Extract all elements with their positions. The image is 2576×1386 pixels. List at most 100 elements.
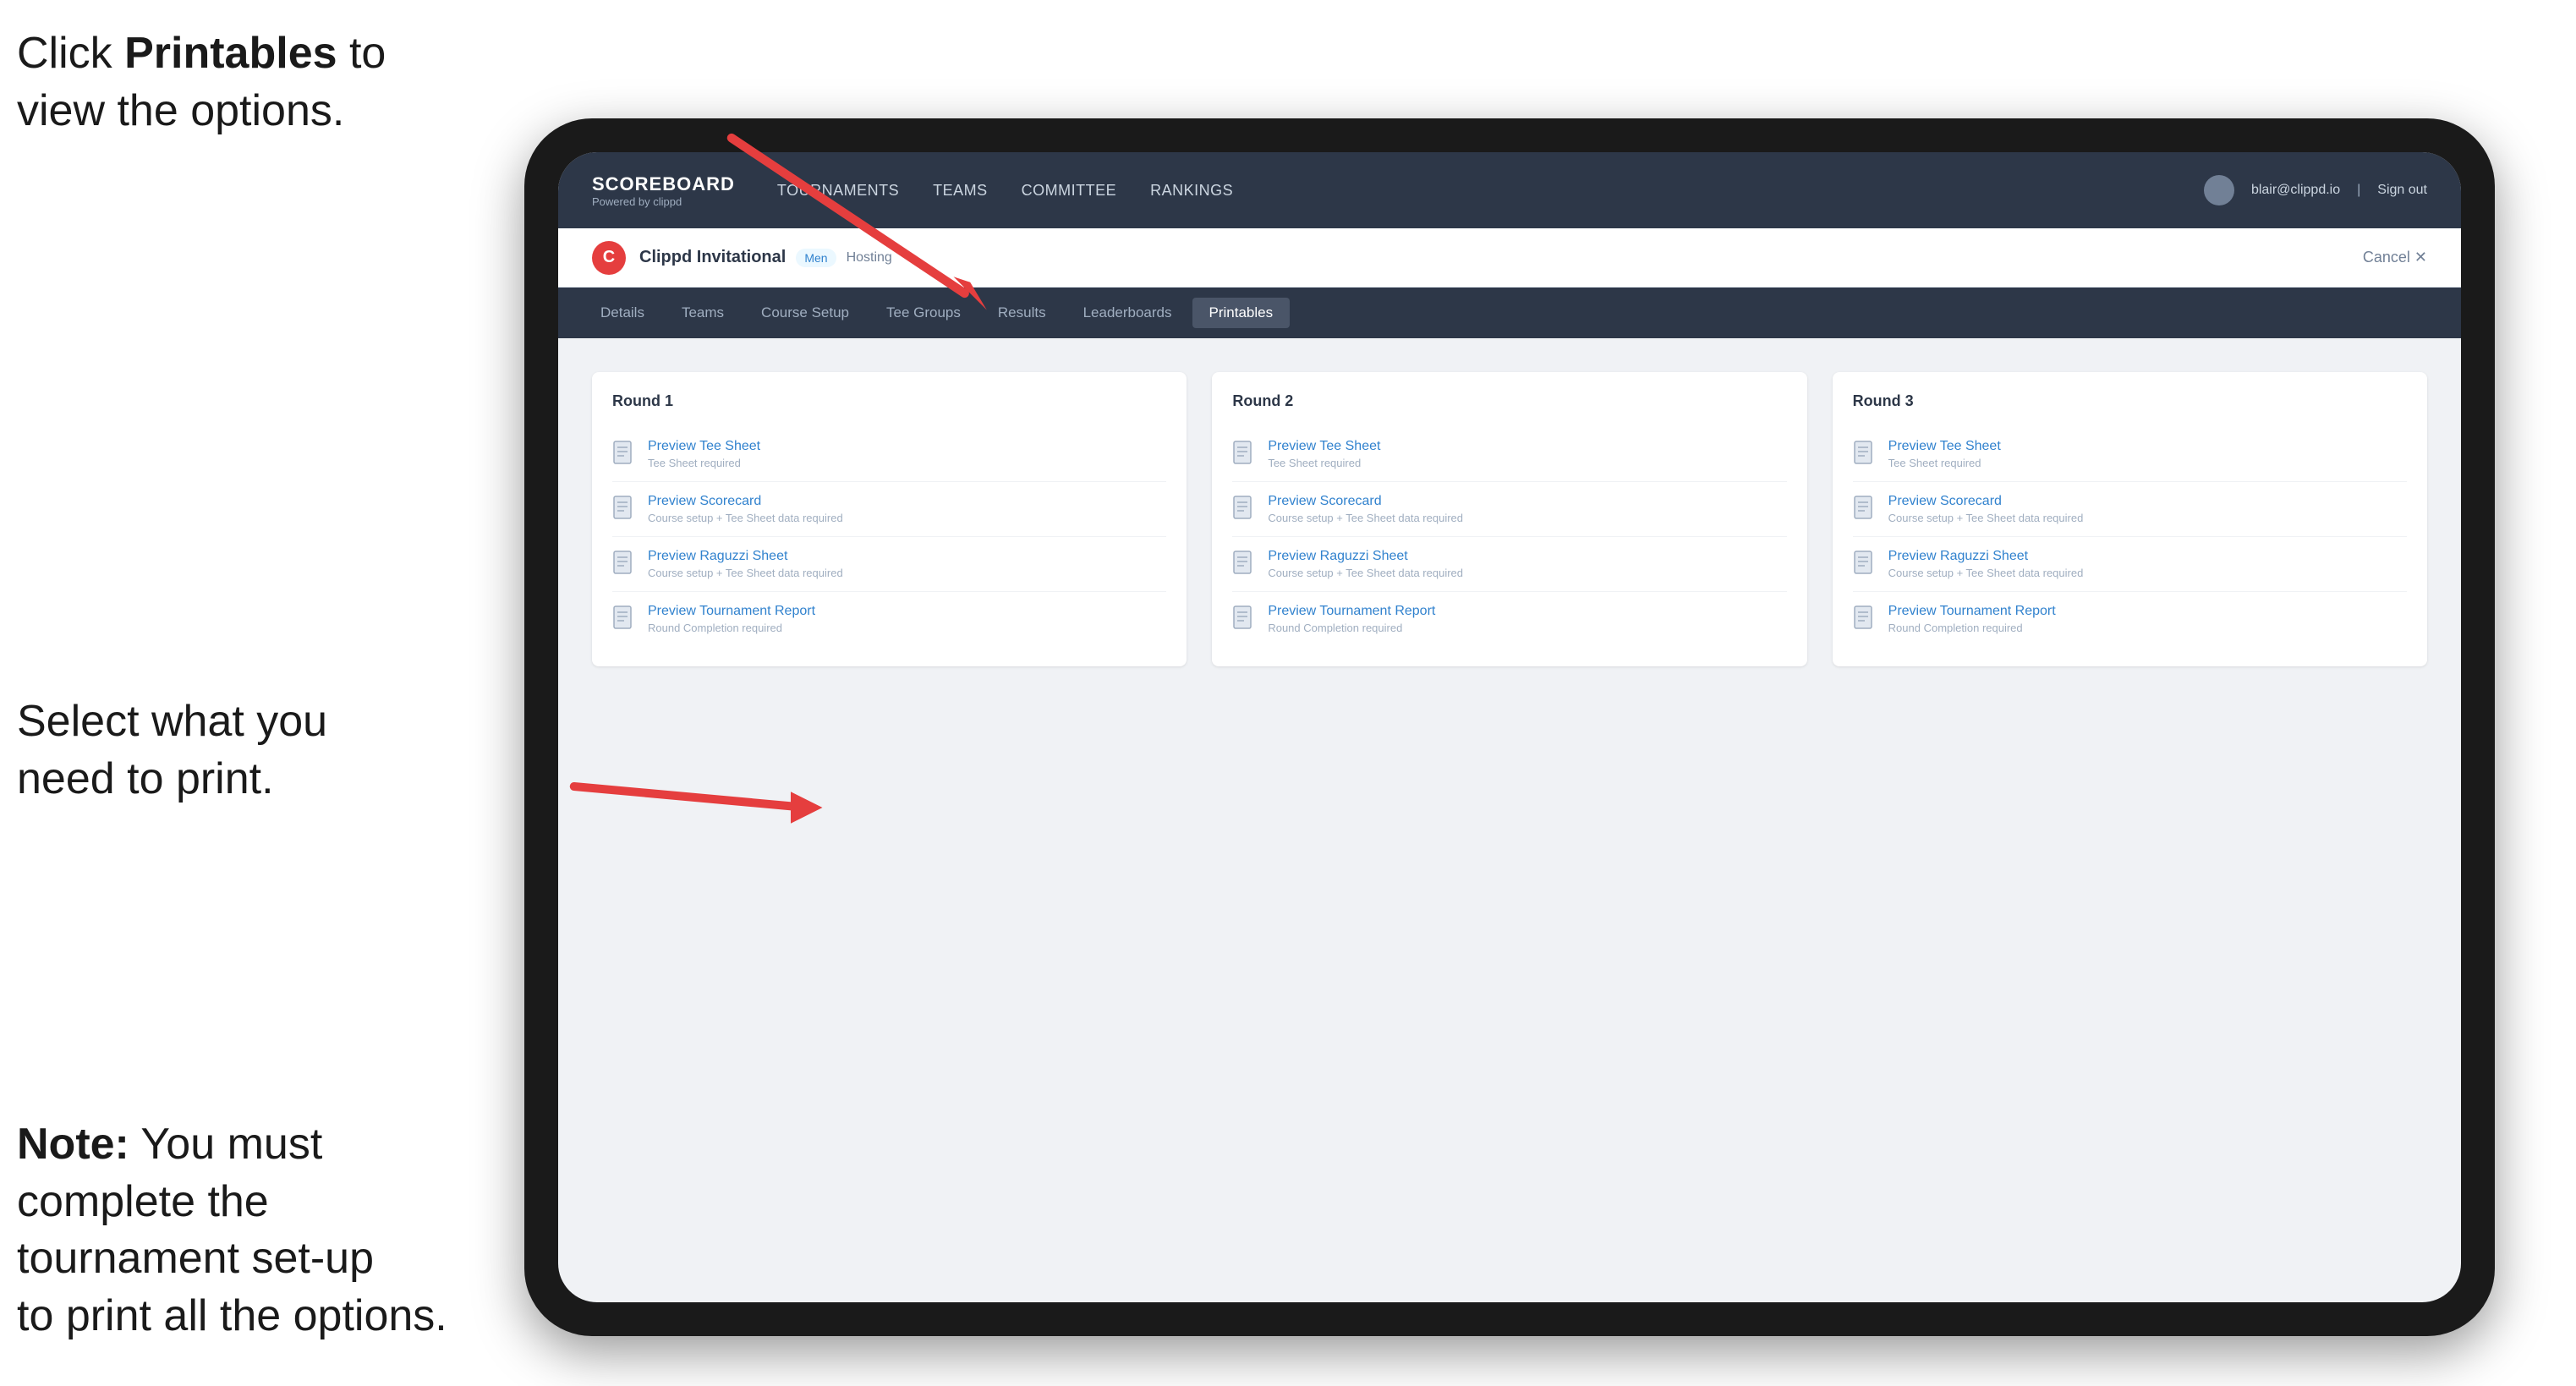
round1-raguzzi-text: Preview Raguzzi Sheet Course setup + Tee… [648,549,843,579]
nav-teams[interactable]: TEAMS [933,175,988,206]
nav-tournaments[interactable]: TOURNAMENTS [777,175,899,206]
round1-tournament-report-text: Preview Tournament Report Round Completi… [648,604,815,634]
round2-raguzzi-text: Preview Raguzzi Sheet Course setup + Tee… [1268,549,1463,579]
separator: | [2357,183,2360,198]
round3-scorecard-icon [1853,496,1877,523]
round3-raguzzi-subtitle: Course setup + Tee Sheet data required [1888,567,2084,579]
round1-tee-sheet-title: Preview Tee Sheet [648,439,760,454]
round1-tournament-report-subtitle: Round Completion required [648,622,815,634]
scorecard-icon [612,496,636,523]
round3-tee-sheet[interactable]: Preview Tee Sheet Tee Sheet required [1853,427,2407,482]
round3-tee-sheet-text: Preview Tee Sheet Tee Sheet required [1888,439,2001,469]
round2-tournament-report-title: Preview Tournament Report [1268,604,1435,619]
round2-tee-sheet-icon [1232,441,1256,468]
round3-scorecard-text: Preview Scorecard Course setup + Tee She… [1888,494,2084,524]
user-avatar [2204,175,2234,205]
tab-bar: Details Teams Course Setup Tee Groups Re… [558,288,2461,338]
round-1-column: Round 1 Preview [592,372,1187,666]
round2-raguzzi[interactable]: Preview Raguzzi Sheet Course setup + Tee… [1232,537,1786,592]
round1-scorecard-text: Preview Scorecard Course setup + Tee She… [648,494,843,524]
sign-out-link[interactable]: Sign out [2377,183,2427,198]
round2-scorecard-subtitle: Course setup + Tee Sheet data required [1268,512,1463,524]
cancel-button[interactable]: Cancel ✕ [2363,249,2427,266]
round3-tee-sheet-title: Preview Tee Sheet [1888,439,2001,454]
round3-raguzzi-icon [1853,551,1877,578]
round1-tee-sheet-subtitle: Tee Sheet required [648,457,760,469]
round2-scorecard-icon [1232,496,1256,523]
round1-raguzzi-title: Preview Raguzzi Sheet [648,549,843,564]
round3-scorecard-subtitle: Course setup + Tee Sheet data required [1888,512,2084,524]
round1-tournament-report[interactable]: Preview Tournament Report Round Completi… [612,592,1166,646]
tournament-report-icon [612,605,636,633]
main-content: Round 1 Preview [558,338,2461,1302]
tab-details[interactable]: Details [584,298,661,328]
round2-raguzzi-title: Preview Raguzzi Sheet [1268,549,1463,564]
round3-tournament-report-icon [1853,605,1877,633]
tab-results[interactable]: Results [981,298,1063,328]
tab-printables[interactable]: Printables [1192,298,1291,328]
round-2-column: Round 2 Preview [1212,372,1806,666]
round3-tee-sheet-icon [1853,441,1877,468]
round-1-title: Round 1 [612,392,1166,410]
instruction-middle: Select what youneed to print. [17,693,327,808]
round2-tournament-report-subtitle: Round Completion required [1268,622,1435,634]
round1-tournament-report-title: Preview Tournament Report [648,604,815,619]
round1-raguzzi-subtitle: Course setup + Tee Sheet data required [648,567,843,579]
round3-raguzzi-text: Preview Raguzzi Sheet Course setup + Tee… [1888,549,2084,579]
round1-scorecard-title: Preview Scorecard [648,494,843,509]
tablet-frame: SCOREBOARD Powered by clippd TOURNAMENTS… [524,118,2495,1336]
raguzzi-icon [612,551,636,578]
round3-raguzzi-title: Preview Raguzzi Sheet [1888,549,2084,564]
round3-tournament-report-text: Preview Tournament Report Round Completi… [1888,604,2056,634]
round-2-title: Round 2 [1232,392,1786,410]
round3-scorecard-title: Preview Scorecard [1888,494,2084,509]
round1-scorecard[interactable]: Preview Scorecard Course setup + Tee She… [612,482,1166,537]
round2-tournament-report-text: Preview Tournament Report Round Completi… [1268,604,1435,634]
nav-rankings[interactable]: RANKINGS [1150,175,1233,206]
round2-tournament-report[interactable]: Preview Tournament Report Round Completi… [1232,592,1786,646]
round-3-title: Round 3 [1853,392,2407,410]
round3-scorecard[interactable]: Preview Scorecard Course setup + Tee She… [1853,482,2407,537]
round-3-column: Round 3 Preview [1833,372,2427,666]
app-container: SCOREBOARD Powered by clippd TOURNAMENTS… [558,152,2461,1302]
tab-teams[interactable]: Teams [665,298,741,328]
brand-sub: Powered by clippd [592,195,735,208]
tournament-header: C Clippd Invitational Men Hosting Cancel… [558,228,2461,288]
tab-tee-groups[interactable]: Tee Groups [869,298,978,328]
round2-tee-sheet-text: Preview Tee Sheet Tee Sheet required [1268,439,1380,469]
round2-scorecard-text: Preview Scorecard Course setup + Tee She… [1268,494,1463,524]
tablet-screen: SCOREBOARD Powered by clippd TOURNAMENTS… [558,152,2461,1302]
brand-title: SCOREBOARD [592,173,735,195]
tab-leaderboards[interactable]: Leaderboards [1066,298,1189,328]
instruction-bottom: Note: You mustcomplete thetournament set… [17,1116,447,1345]
top-nav: SCOREBOARD Powered by clippd TOURNAMENTS… [558,152,2461,228]
tournament-name: Clippd Invitational [639,248,786,267]
nav-committee[interactable]: COMMITTEE [1022,175,1117,206]
round3-raguzzi[interactable]: Preview Raguzzi Sheet Course setup + Tee… [1853,537,2407,592]
round2-tee-sheet-title: Preview Tee Sheet [1268,439,1380,454]
round3-tournament-report-subtitle: Round Completion required [1888,622,2056,634]
round1-raguzzi[interactable]: Preview Raguzzi Sheet Course setup + Tee… [612,537,1166,592]
round2-scorecard-title: Preview Scorecard [1268,494,1463,509]
top-nav-links: TOURNAMENTS TEAMS COMMITTEE RANKINGS [777,175,2204,206]
round1-scorecard-subtitle: Course setup + Tee Sheet data required [648,512,843,524]
round2-tee-sheet-subtitle: Tee Sheet required [1268,457,1380,469]
tee-sheet-icon [612,441,636,468]
round2-raguzzi-subtitle: Course setup + Tee Sheet data required [1268,567,1463,579]
round2-raguzzi-icon [1232,551,1256,578]
round3-tournament-report[interactable]: Preview Tournament Report Round Completi… [1853,592,2407,646]
instruction-top: Click Printables toview the options. [17,25,386,140]
rounds-grid: Round 1 Preview [592,372,2427,666]
round1-tee-sheet-text: Preview Tee Sheet Tee Sheet required [648,439,760,469]
round1-tee-sheet[interactable]: Preview Tee Sheet Tee Sheet required [612,427,1166,482]
round3-tee-sheet-subtitle: Tee Sheet required [1888,457,2001,469]
top-nav-right: blair@clippd.io | Sign out [2204,175,2427,205]
round2-tee-sheet[interactable]: Preview Tee Sheet Tee Sheet required [1232,427,1786,482]
tournament-logo: C [592,241,626,275]
user-email: blair@clippd.io [2251,183,2340,198]
brand: SCOREBOARD Powered by clippd [592,173,735,208]
tournament-status: Hosting [847,250,892,266]
round2-scorecard[interactable]: Preview Scorecard Course setup + Tee She… [1232,482,1786,537]
tab-course-setup[interactable]: Course Setup [744,298,866,328]
tournament-badge: Men [796,249,836,267]
